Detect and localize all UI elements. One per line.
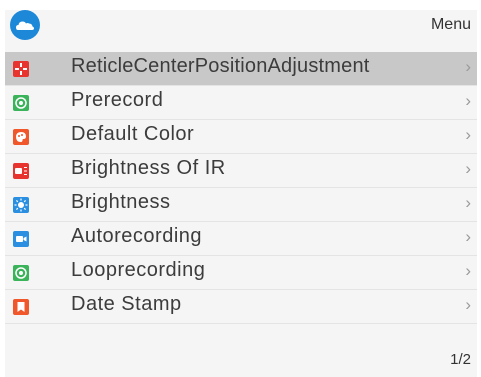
menu-item-looprecording[interactable]: Looprecording ›	[5, 256, 477, 290]
chevron-right-icon: ›	[465, 125, 471, 144]
chevron-right-icon: ›	[465, 295, 471, 314]
settings-list: ReticleCenterPositionAdjustment › Prerec…	[5, 52, 477, 324]
menu-item-label: Brightness	[71, 191, 171, 213]
menu-item-brightness-of-ir[interactable]: Brightness Of IR ›	[5, 154, 477, 188]
chevron-right-icon: ›	[465, 227, 471, 246]
chevron-right-icon: ›	[465, 91, 471, 110]
menu-header: Menu	[5, 10, 477, 44]
menu-screen: Menu ReticleCenterPositionAdjustment › P…	[5, 10, 477, 377]
menu-item-label: Looprecording	[71, 259, 206, 281]
video-camera-icon	[13, 231, 29, 247]
menu-item-label: Default Color	[71, 123, 195, 145]
chevron-right-icon: ›	[465, 159, 471, 178]
cloud-icon[interactable]	[10, 10, 40, 40]
chevron-right-icon: ›	[465, 261, 471, 280]
menu-item-default-color[interactable]: Default Color ›	[5, 120, 477, 154]
menu-item-label: Autorecording	[71, 225, 203, 247]
loop-record-icon	[13, 265, 29, 281]
menu-item-brightness[interactable]: Brightness ›	[5, 188, 477, 222]
menu-item-label: ReticleCenterPositionAdjustment	[71, 55, 370, 77]
chevron-right-icon: ›	[465, 193, 471, 212]
crosshair-icon	[13, 61, 29, 77]
menu-item-date-stamp[interactable]: Date Stamp ›	[5, 290, 477, 324]
page-indicator: 1/2	[450, 351, 471, 368]
menu-item-label: Prerecord	[71, 89, 164, 111]
palette-icon	[13, 129, 29, 145]
ir-light-icon	[13, 163, 29, 179]
menu-title: Menu	[430, 16, 471, 33]
record-target-icon	[13, 95, 29, 111]
menu-item-label: Brightness Of IR	[71, 157, 226, 179]
sun-icon	[13, 197, 29, 213]
menu-item-label: Date Stamp	[71, 293, 182, 315]
menu-item-autorecording[interactable]: Autorecording ›	[5, 222, 477, 256]
chevron-right-icon: ›	[465, 57, 471, 76]
menu-item-prerecord[interactable]: Prerecord ›	[5, 86, 477, 120]
menu-item-reticle-center[interactable]: ReticleCenterPositionAdjustment ›	[5, 52, 477, 86]
bookmark-icon	[13, 299, 29, 315]
